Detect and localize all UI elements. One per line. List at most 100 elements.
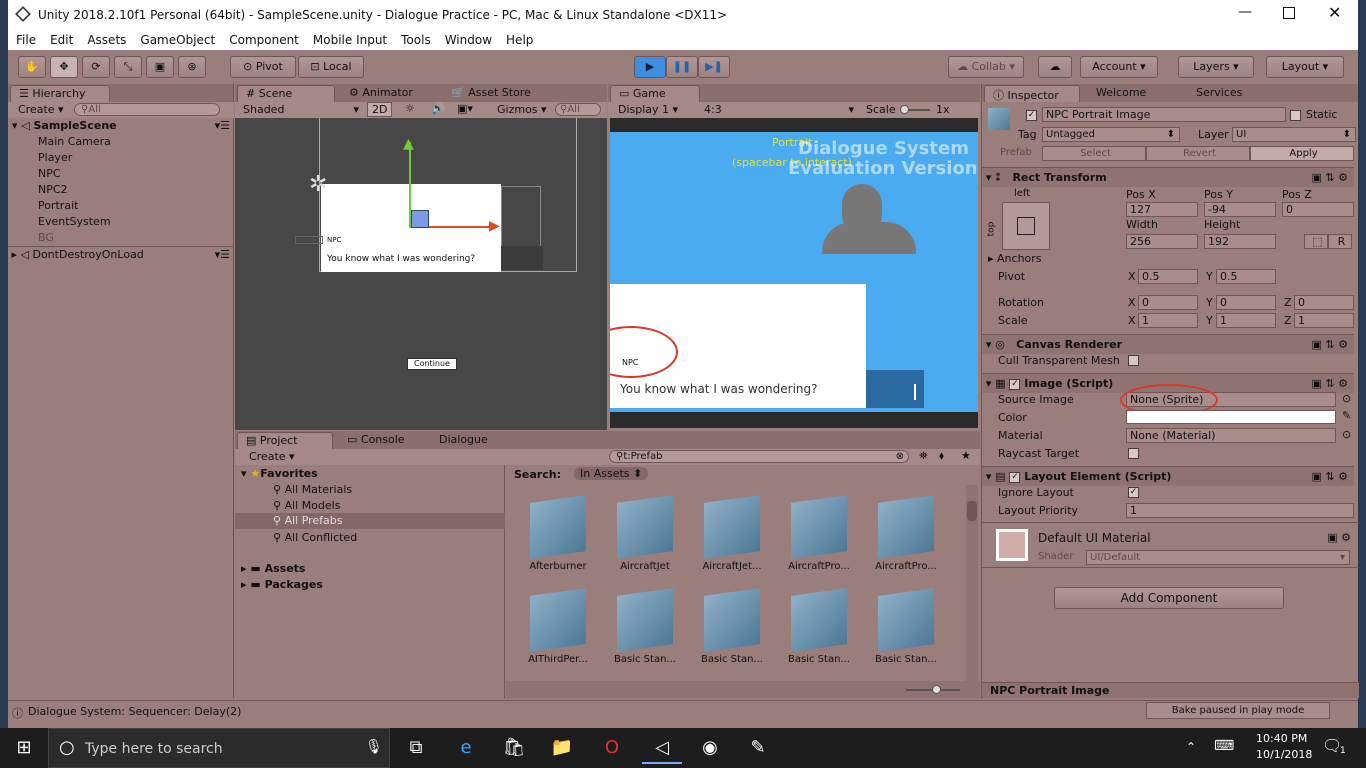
menu-component[interactable]: Component	[221, 30, 305, 47]
asset-item[interactable]: AircraftJet...	[692, 495, 772, 572]
scene-continue-button[interactable]: Continue	[407, 358, 457, 370]
2d-toggle[interactable]: 2D	[367, 102, 393, 117]
menu-help[interactable]: Help	[498, 30, 539, 47]
hierarchy-item[interactable]: BG	[8, 230, 228, 246]
menu-mobile-input[interactable]: Mobile Input	[305, 30, 393, 47]
taskbar-search-box[interactable]: ○ Type here to search 🎙	[48, 728, 390, 768]
tag-dropdown[interactable]: Untagged ⬍	[1042, 127, 1180, 142]
menu-gameobject[interactable]: GameObject	[132, 30, 221, 47]
hierarchy-create-button[interactable]: Create ▾	[18, 103, 64, 116]
keyboard-icon[interactable]: ⌨	[1214, 738, 1234, 754]
menu-tools[interactable]: Tools	[393, 30, 437, 47]
scale-x-field[interactable]: 1	[1138, 313, 1198, 328]
posx-field[interactable]: 127	[1126, 202, 1198, 217]
project-search-input[interactable]: ⚲t:Prefab ⊗	[609, 450, 909, 463]
asset-item[interactable]: AircraftPro...	[779, 495, 859, 572]
scrollbar-thumb[interactable]	[967, 501, 977, 521]
app-taskbar-icon[interactable]: ✎	[738, 732, 778, 764]
tab-animator[interactable]: ⚙ Animator	[341, 85, 421, 102]
scale-z-field[interactable]: 1	[1294, 313, 1354, 328]
search-scope-toggle[interactable]: In Assets ⬍	[574, 467, 649, 480]
rect-tool-icon[interactable]: ▣	[146, 56, 174, 78]
packages-folder[interactable]: ▸ ▬ Packages	[241, 578, 323, 591]
object-picker-icon[interactable]: ⊙	[1342, 428, 1351, 441]
color-swatch[interactable]	[1126, 410, 1336, 424]
tab-scene[interactable]: # Scene	[237, 85, 335, 102]
account-dropdown[interactable]: Account ▾	[1080, 56, 1158, 78]
transform-tool-icon[interactable]: ⊛	[178, 56, 206, 78]
scene-root[interactable]: ▾ ◁ SampleScene ▾☰	[8, 118, 234, 134]
display-dropdown[interactable]: Display 1 ▾	[618, 103, 678, 116]
dontdestroy-root[interactable]: ▸ ◁ DontDestroyOnLoad ▾☰	[8, 246, 234, 262]
clock-date[interactable]: 10/1/2018	[1256, 748, 1312, 761]
material-field[interactable]: None (Material)	[1126, 428, 1336, 443]
prefab-select-button[interactable]: Select	[1042, 146, 1146, 161]
clear-search-icon[interactable]: ⊗	[896, 451, 904, 462]
x-arrow-icon[interactable]: ▶	[489, 218, 500, 234]
layers-dropdown[interactable]: Layers ▾	[1178, 56, 1254, 78]
scene-search-input[interactable]: ⚲All	[555, 103, 601, 116]
menu-assets[interactable]: Assets	[79, 30, 132, 47]
gizmos-dropdown[interactable]: Gizmos ▾	[497, 103, 547, 116]
tab-services[interactable]: Services	[1188, 85, 1250, 102]
blueprint-mode-icon[interactable]: ⬚	[1304, 234, 1328, 249]
tab-dialogue[interactable]: Dialogue	[431, 432, 496, 449]
hierarchy-item[interactable]: NPC	[8, 166, 228, 182]
rot-y-field[interactable]: 0	[1216, 295, 1276, 310]
y-arrow-icon[interactable]: ▲	[403, 136, 414, 152]
scene-viewport[interactable]: NPC You know what I was wondering? ✲ ▲ ▶…	[235, 118, 607, 430]
pause-button[interactable]: ❚❚	[666, 56, 698, 78]
pivot-toggle[interactable]: ⊙ Pivot	[230, 56, 296, 78]
component-menu-icon[interactable]: ▣ ⇅ ⚙	[1312, 335, 1348, 354]
hierarchy-item[interactable]: EventSystem	[8, 214, 228, 230]
raycast-checkbox[interactable]	[1128, 448, 1139, 459]
task-view-icon[interactable]: ⧉	[396, 732, 436, 764]
canvas-renderer-header[interactable]: ▾ ◎ Canvas Renderer ▣ ⇅ ⚙	[982, 334, 1354, 354]
store-icon[interactable]: 🛍	[494, 732, 534, 764]
microphone-icon[interactable]: 🎙	[365, 739, 383, 755]
tab-console[interactable]: ▭ Console	[339, 432, 413, 449]
preview-object-name[interactable]: NPC Portrait Image	[990, 684, 1110, 697]
file-explorer-icon[interactable]: 📁	[542, 732, 582, 764]
asset-item[interactable]: Basic Stan...	[779, 588, 859, 665]
favorite-item[interactable]: ⚲ All Conflicted	[273, 531, 357, 544]
shading-mode-dropdown[interactable]: Shaded ▾	[243, 103, 359, 116]
windows-start-icon[interactable]: ⊞	[4, 732, 44, 764]
edge-icon[interactable]: e	[446, 732, 486, 764]
effects-icon[interactable]: ▣▾	[457, 102, 473, 115]
layout-dropdown[interactable]: Layout ▾	[1266, 56, 1344, 78]
hierarchy-item[interactable]: Portrait	[8, 198, 228, 214]
scene-menu-icon[interactable]: ▾☰	[215, 118, 230, 134]
tab-project[interactable]: ▤ Project	[237, 432, 333, 449]
tab-welcome[interactable]: Welcome	[1088, 85, 1154, 102]
add-component-button[interactable]: Add Component	[1054, 587, 1284, 609]
tab-hierarchy[interactable]: ☰ Hierarchy	[10, 85, 110, 102]
anchors-foldout[interactable]: ▸ Anchors	[988, 252, 1042, 265]
component-menu-icon[interactable]: ▣ ⚙	[1327, 531, 1351, 544]
layout-priority-field[interactable]: 1	[1126, 503, 1354, 518]
light-gizmo-icon[interactable]: ✲	[309, 172, 327, 197]
assets-folder[interactable]: ▸ ▬ Assets	[241, 562, 305, 575]
chrome-icon[interactable]: ◉	[690, 732, 730, 764]
width-field[interactable]: 256	[1126, 234, 1198, 249]
filter-label-icon[interactable]: ⬧	[939, 449, 944, 463]
favorites-folder[interactable]: ▾ ★Favorites	[241, 467, 318, 480]
menu-edit[interactable]: Edit	[42, 30, 79, 47]
rotate-tool-icon[interactable]: ⟳	[82, 56, 110, 78]
anchor-preset-button[interactable]	[1002, 202, 1050, 250]
menu-file[interactable]: File	[8, 30, 42, 47]
minimize-icon[interactable]: —	[1238, 4, 1252, 20]
layer-dropdown[interactable]: UI ⬍	[1232, 127, 1356, 142]
scale-y-field[interactable]: 1	[1216, 313, 1276, 328]
hierarchy-item[interactable]: NPC2	[8, 182, 228, 198]
aspect-dropdown[interactable]: 4:3 ▾	[704, 103, 854, 116]
scale-slider-thumb[interactable]	[900, 105, 909, 114]
status-message[interactable]: Dialogue System: Sequencer: Delay(2)	[28, 705, 241, 718]
ignore-layout-checkbox[interactable]: ✓	[1128, 487, 1139, 498]
shader-dropdown[interactable]: UI/Default ▾	[1086, 550, 1350, 565]
prefab-apply-button[interactable]: Apply	[1250, 146, 1354, 161]
component-menu-icon[interactable]: ▣ ⇅ ⚙	[1312, 374, 1348, 393]
favorite-star-icon[interactable]: ★	[961, 449, 971, 462]
lighting-icon[interactable]: ☼	[405, 102, 415, 115]
layout-enabled-checkbox[interactable]: ✓	[1009, 471, 1021, 483]
